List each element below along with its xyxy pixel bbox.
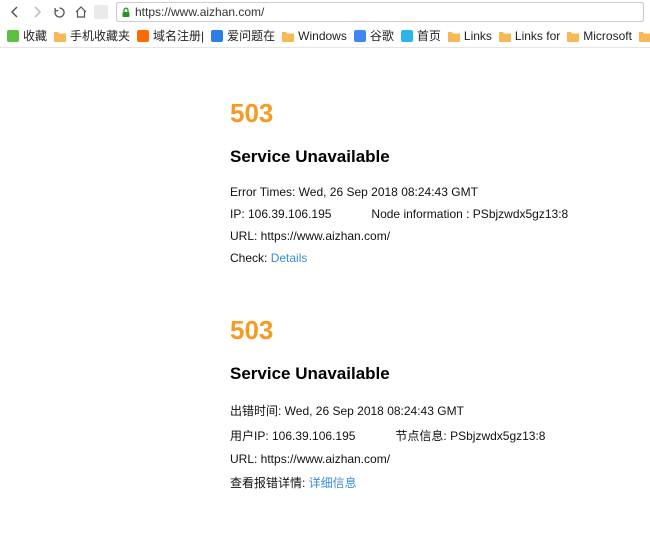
error-time: Error Times: Wed, 26 Sep 2018 08:24:43 G… [230, 185, 650, 199]
reload-button[interactable] [50, 3, 68, 21]
bookmark-item[interactable]: 域名注册| [136, 27, 204, 44]
bookmark-label: 收藏 [23, 27, 47, 44]
error-code: 503 [230, 98, 650, 129]
error-block: 503 Service Unavailable Error Times: Wed… [230, 98, 650, 265]
chevron-right-icon [31, 6, 43, 18]
bookmark-icon [53, 29, 67, 43]
bookmark-label: 谷歌 [370, 27, 394, 44]
bookmark-item[interactable]: Links for [498, 29, 560, 43]
error-node: 节点信息: PSbjzwdx5gz13:8 [395, 427, 545, 444]
error-ip: IP: 106.39.106.195 [230, 207, 331, 221]
error-code: 503 [230, 315, 650, 346]
bookmark-item[interactable]: MSN 网 [638, 27, 650, 44]
error-time: 出错时间: Wed, 26 Sep 2018 08:24:43 GMT [230, 402, 650, 419]
bookmark-label: Links [464, 29, 492, 43]
bookmark-icon [6, 29, 20, 43]
reload-icon [53, 6, 66, 19]
lock-icon [121, 7, 131, 18]
bookmark-label: Windows [298, 29, 347, 43]
bookmark-item[interactable]: 收藏 [6, 27, 47, 44]
error-block: 503 Service Unavailable 出错时间: Wed, 26 Se… [230, 315, 650, 491]
error-url: URL: https://www.aizhan.com/ [230, 452, 650, 466]
home-button[interactable] [72, 3, 90, 21]
error-check: 查看报错详情: 详细信息 [230, 474, 650, 491]
error-node: Node information : PSbjzwdx5gz13:8 [371, 207, 568, 221]
error-ip: 用户IP: 106.39.106.195 [230, 427, 355, 444]
forward-button[interactable] [28, 3, 46, 21]
bookmark-item[interactable]: Links [447, 29, 492, 43]
bookmark-item[interactable]: 首页 [400, 27, 441, 44]
page-content: 503 Service Unavailable Error Times: Wed… [0, 48, 650, 491]
bookmark-label: 爱问题在 [227, 27, 275, 44]
bookmark-icon [281, 29, 295, 43]
bookmark-icon [210, 29, 224, 43]
site-icon [94, 5, 108, 19]
address-bar[interactable]: https://www.aizhan.com/ [116, 2, 644, 22]
bookmark-item[interactable]: Windows [281, 29, 347, 43]
bookmark-icon [566, 29, 580, 43]
bookmark-icon [400, 29, 414, 43]
error-title: Service Unavailable [230, 364, 650, 384]
bookmark-item[interactable]: 手机收藏夹 [53, 27, 130, 44]
bookmark-label: 域名注册| [153, 27, 204, 44]
home-icon [74, 5, 88, 19]
bookmark-label: 首页 [417, 27, 441, 44]
browser-nav-row: https://www.aizhan.com/ [0, 0, 650, 24]
bookmark-label: 手机收藏夹 [70, 27, 130, 44]
url-text: https://www.aizhan.com/ [135, 5, 264, 19]
bookmark-label: Links for [515, 29, 560, 43]
chevron-left-icon [9, 6, 21, 18]
bookmark-icon [498, 29, 512, 43]
bookmark-icon [447, 29, 461, 43]
bookmark-label: Microsoft [583, 29, 632, 43]
bookmark-item[interactable]: 谷歌 [353, 27, 394, 44]
bookmark-icon [353, 29, 367, 43]
error-check: Check: Details [230, 251, 650, 265]
back-button[interactable] [6, 3, 24, 21]
bookmark-item[interactable]: Microsoft [566, 29, 632, 43]
error-title: Service Unavailable [230, 147, 650, 167]
bookmark-icon [638, 29, 650, 43]
details-link[interactable]: Details [271, 251, 308, 265]
bookmarks-bar: 收藏 手机收藏夹 域名注册| 爱问题在 Windows 谷歌 首页 Links Links fo… [0, 24, 650, 48]
bookmark-item[interactable]: 爱问题在 [210, 27, 275, 44]
error-url: URL: https://www.aizhan.com/ [230, 229, 650, 243]
details-link[interactable]: 详细信息 [309, 476, 357, 490]
bookmark-icon [136, 29, 150, 43]
